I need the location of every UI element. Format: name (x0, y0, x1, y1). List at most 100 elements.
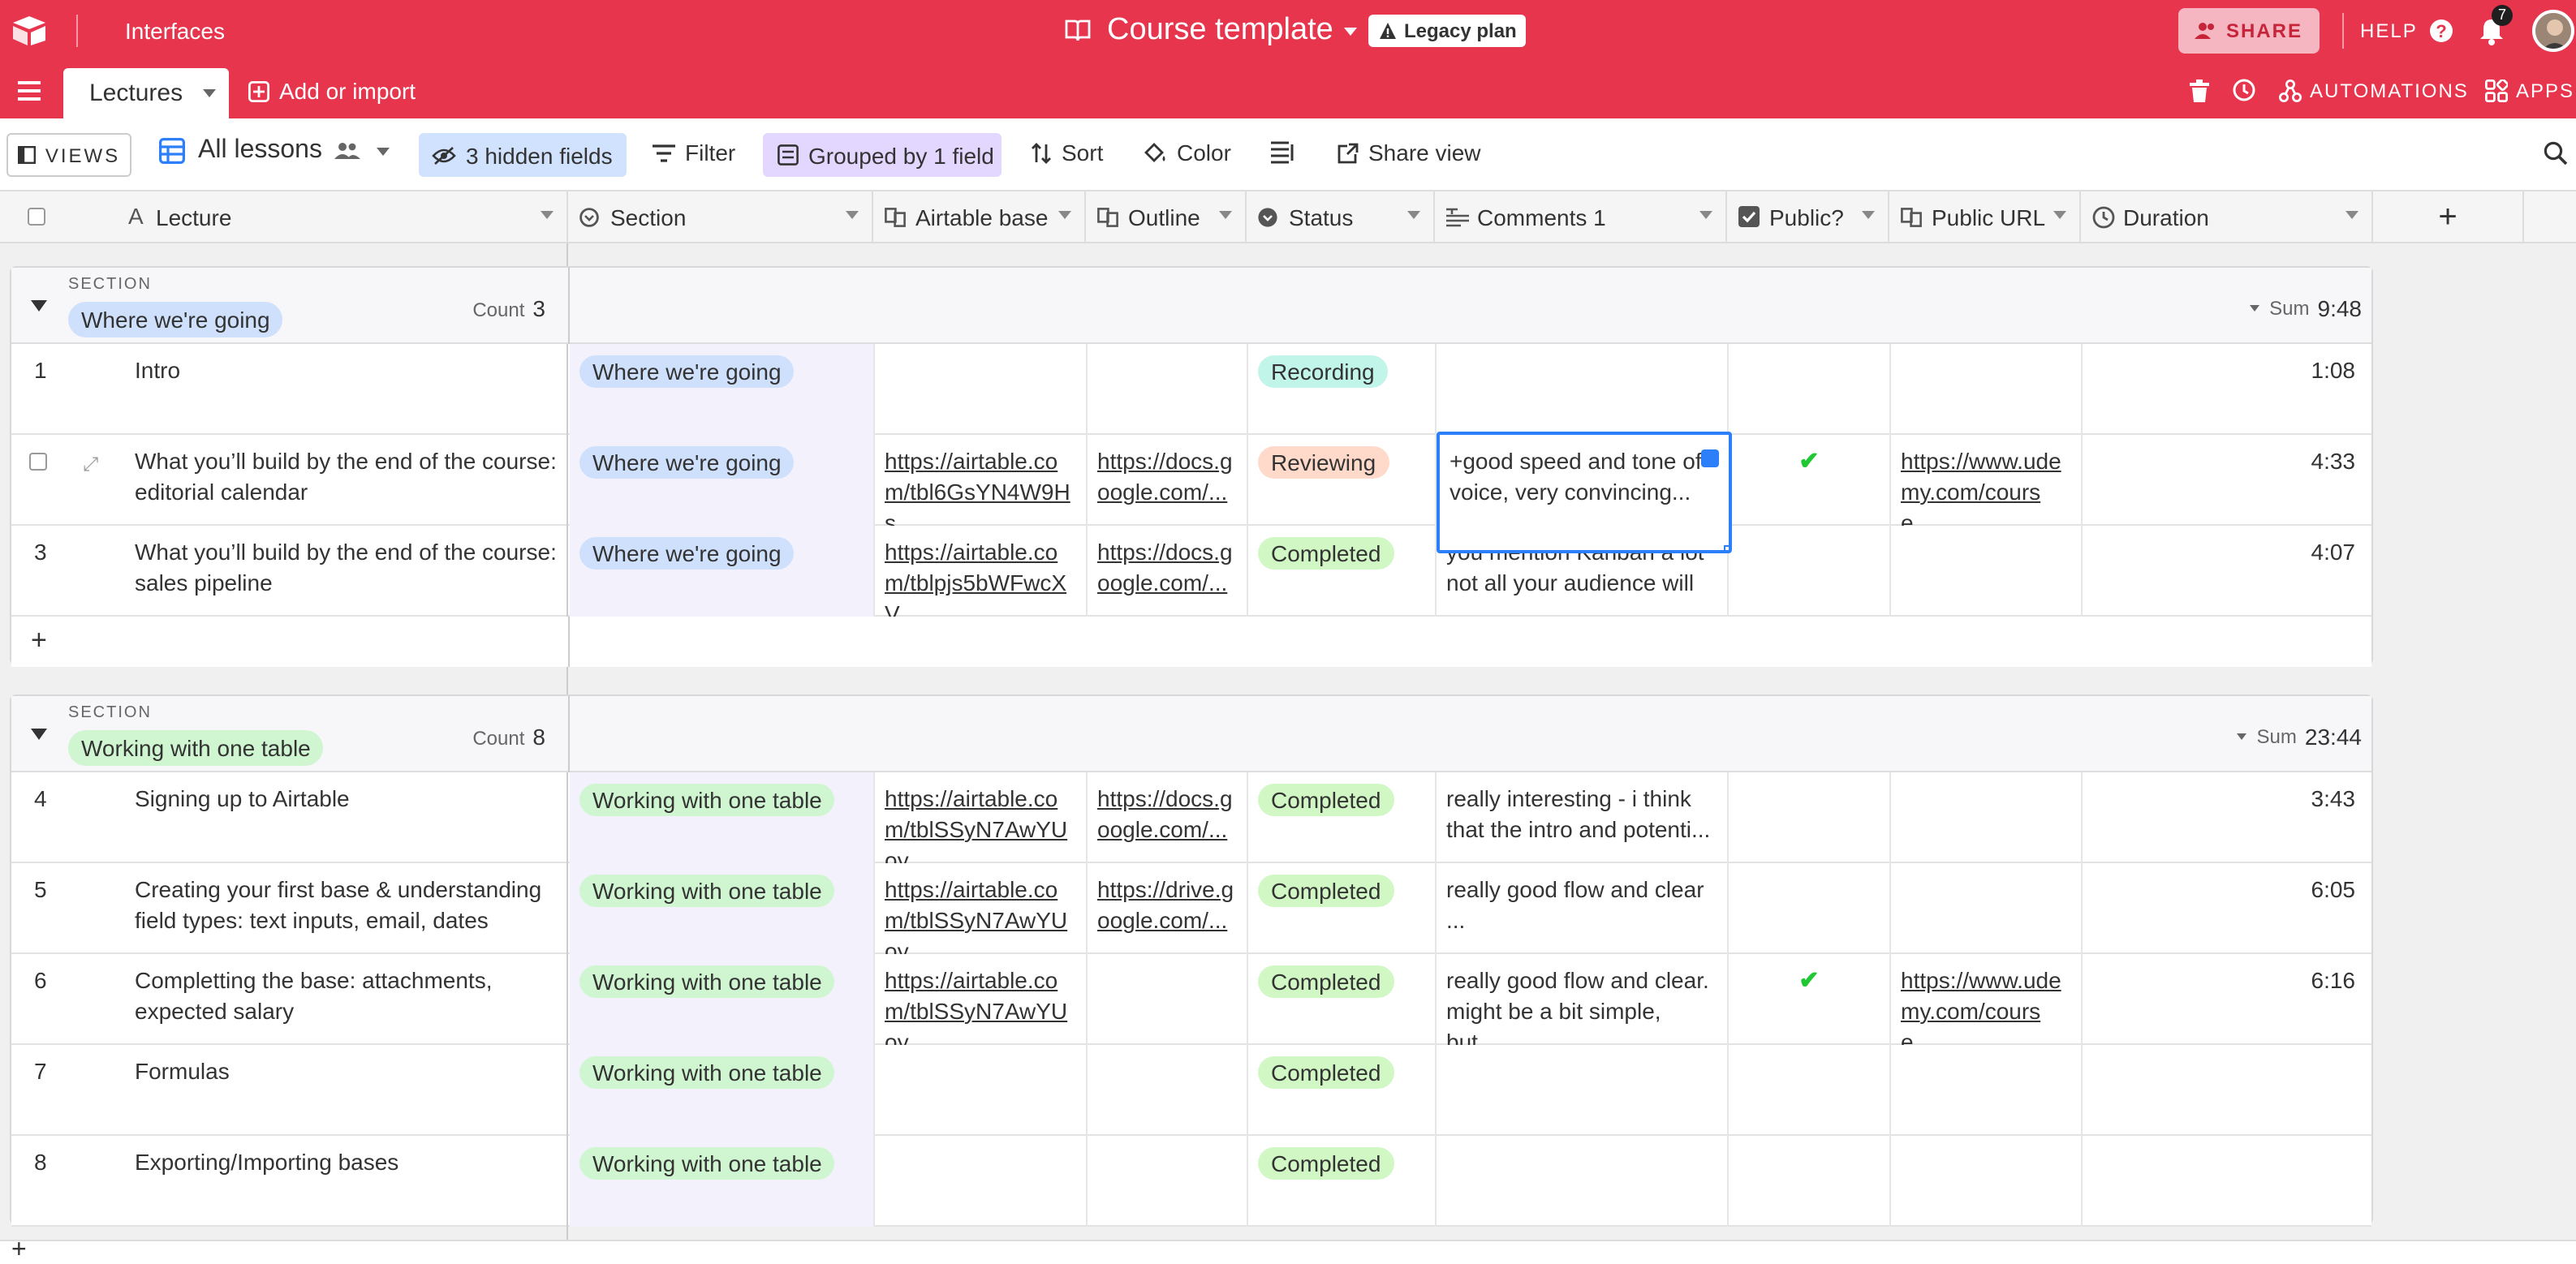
public-url-cell[interactable] (1891, 1136, 2083, 1227)
chevron-down-icon[interactable] (1699, 211, 1712, 219)
duration-cell[interactable]: 6:05 (2083, 863, 2365, 954)
status-cell[interactable]: Completed (1248, 1136, 1437, 1227)
comment-cell[interactable]: really good flow and clear. might be a b… (1437, 954, 1729, 1045)
column-header-duration[interactable]: Duration (2081, 191, 2373, 243)
section-cell[interactable]: Where we're going (570, 435, 875, 526)
status-cell[interactable]: Completed (1248, 772, 1437, 863)
table-row[interactable]: 4 Signing up to Airtable Working with one … (11, 772, 2371, 863)
comment-cell[interactable] (1437, 1136, 1729, 1227)
status-cell[interactable]: Reviewing (1248, 435, 1437, 526)
section-cell[interactable]: Working with one table (570, 1136, 875, 1227)
table-row[interactable]: 7 Formulas Working with one table Completed (11, 1045, 2371, 1136)
column-header-lecture[interactable]: A Lecture (0, 191, 568, 243)
outline-link[interactable]: https://docs.google.com/... (1097, 785, 1233, 842)
duration-cell[interactable]: 6:16 (2083, 954, 2365, 1045)
view-switcher[interactable]: All lessons (159, 136, 390, 166)
group-sum[interactable]: Sum 23:44 (2237, 724, 2362, 750)
table-row[interactable]: 1 Intro Where we're going Recording 1:08 (11, 344, 2371, 435)
public-url-cell[interactable] (1891, 344, 2083, 435)
status-cell[interactable]: Completed (1248, 1045, 1437, 1136)
public-url-cell[interactable] (1891, 1045, 2083, 1136)
outline-cell[interactable] (1088, 954, 1248, 1045)
outline-cell[interactable] (1088, 1136, 1248, 1227)
chevron-down-icon[interactable] (846, 211, 859, 219)
status-cell[interactable]: Recording (1248, 344, 1437, 435)
add-or-import-button[interactable]: Add or import (248, 78, 416, 104)
outline-cell[interactable]: https://docs.google.com/... (1088, 772, 1248, 863)
help-icon[interactable]: ? (2428, 18, 2454, 44)
share-button[interactable]: SHARE (2178, 8, 2320, 54)
public-url-link[interactable]: https://www.udemy.com/course... (1901, 967, 2061, 1045)
chevron-down-icon[interactable] (2053, 211, 2066, 219)
status-cell[interactable]: Completed (1248, 954, 1437, 1045)
duration-cell[interactable]: 1:08 (2083, 344, 2365, 435)
group-sum[interactable]: Sum 9:48 (2250, 295, 2362, 321)
plan-badge[interactable]: Legacy plan (1368, 15, 1527, 47)
public-url-cell[interactable]: https://www.udemy.com/course... (1891, 435, 2083, 526)
row-height-icon[interactable] (1271, 141, 1295, 164)
public-url-cell[interactable] (1891, 863, 2083, 954)
selected-cell-editor[interactable]: +good speed and tone of voice, very conv… (1437, 432, 1732, 553)
outline-link[interactable]: https://docs.google.com/... (1097, 539, 1233, 595)
duration-cell[interactable] (2083, 1136, 2365, 1227)
help-link[interactable]: HELP (2360, 19, 2418, 42)
outline-cell[interactable]: https://drive.google.com/... (1088, 863, 1248, 954)
table-row[interactable]: 8 Exporting/Importing bases Working with o… (11, 1136, 2371, 1227)
lecture-cell[interactable]: Signing up to Airtable (125, 772, 568, 863)
airtable-base-cell[interactable]: https://airtable.com/tblSSyN7AwYUoy... (875, 954, 1088, 1045)
history-icon[interactable] (2232, 78, 2256, 102)
airtable-base-cell[interactable] (875, 344, 1088, 435)
public-cell[interactable] (1729, 526, 1891, 617)
lecture-cell[interactable]: Formulas (125, 1045, 568, 1136)
chevron-down-icon[interactable] (1219, 211, 1232, 219)
public-url-cell[interactable]: https://www.udemy.com/course... (1891, 954, 2083, 1045)
table-row[interactable]: ⤢ What you’ll build by the end of the cou… (11, 435, 2371, 526)
resize-handle[interactable] (1724, 545, 1729, 550)
views-toggle-button[interactable]: VIEWS (6, 133, 131, 177)
column-header-section[interactable]: Section (568, 191, 873, 243)
section-cell[interactable]: Where we're going (570, 344, 875, 435)
airtable-base-link[interactable]: https://airtable.com/tblSSyN7AwYUoy... (885, 876, 1067, 954)
lecture-cell[interactable]: What you’ll build by the end of the cour… (125, 526, 568, 617)
comment-cell[interactable]: really interesting - i think that the in… (1437, 772, 1729, 863)
section-cell[interactable]: Working with one table (570, 863, 875, 954)
public-cell[interactable] (1729, 344, 1891, 435)
outline-cell[interactable] (1088, 1045, 1248, 1136)
comment-cell[interactable]: really good flow and clear ... (1437, 863, 1729, 954)
apps-button[interactable]: APPS (2485, 80, 2574, 102)
public-cell[interactable] (1729, 772, 1891, 863)
lecture-cell[interactable]: Completting the base: attachments, expec… (125, 954, 568, 1045)
airtable-base-cell[interactable] (875, 1045, 1088, 1136)
airtable-base-cell[interactable]: https://airtable.com/tbl6GsYN4W9Hs... (875, 435, 1088, 526)
duration-cell[interactable] (2083, 1045, 2365, 1136)
section-cell[interactable]: Working with one table (570, 954, 875, 1045)
section-cell[interactable]: Working with one table (570, 772, 875, 863)
automations-button[interactable]: AUTOMATIONS (2279, 80, 2469, 102)
airtable-base-cell[interactable]: https://airtable.com/tblpjs5bWFwcXV... (875, 526, 1088, 617)
lecture-cell[interactable]: Exporting/Importing bases (125, 1136, 568, 1227)
section-cell[interactable]: Working with one table (570, 1045, 875, 1136)
public-cell[interactable] (1729, 1045, 1891, 1136)
public-cell[interactable] (1729, 863, 1891, 954)
airtable-base-cell[interactable]: https://airtable.com/tblSSyN7AwYUoy... (875, 772, 1088, 863)
select-all-checkbox[interactable] (28, 208, 45, 226)
duration-cell[interactable]: 4:33 (2083, 435, 2365, 526)
column-header-outline[interactable]: Outline (1086, 191, 1247, 243)
public-cell[interactable] (1729, 1136, 1891, 1227)
lecture-cell[interactable]: Creating your first base & understanding… (125, 863, 568, 954)
duration-cell[interactable]: 3:43 (2083, 772, 2365, 863)
share-view-button[interactable]: Share view (1338, 140, 1481, 166)
public-cell[interactable]: ✔ (1729, 435, 1891, 526)
chevron-down-icon[interactable] (1058, 211, 1071, 219)
public-url-cell[interactable] (1891, 772, 2083, 863)
comment-cell[interactable] (1437, 344, 1729, 435)
sort-button[interactable]: Sort (1031, 140, 1103, 166)
airtable-base-link[interactable]: https://airtable.com/tbl6GsYN4W9Hs... (885, 448, 1070, 526)
table-row[interactable]: 5 Creating your first base & understandin… (11, 863, 2371, 954)
airtable-base-cell[interactable]: https://airtable.com/tblSSyN7AwYUoy... (875, 863, 1088, 954)
airtable-base-link[interactable]: https://airtable.com/tblSSyN7AwYUoy... (885, 785, 1067, 863)
add-record-row[interactable]: + (11, 617, 2371, 667)
airtable-base-link[interactable]: https://airtable.com/tblpjs5bWFwcXV... (885, 539, 1066, 617)
avatar[interactable] (2532, 10, 2574, 52)
interfaces-link[interactable]: Interfaces (125, 18, 225, 44)
